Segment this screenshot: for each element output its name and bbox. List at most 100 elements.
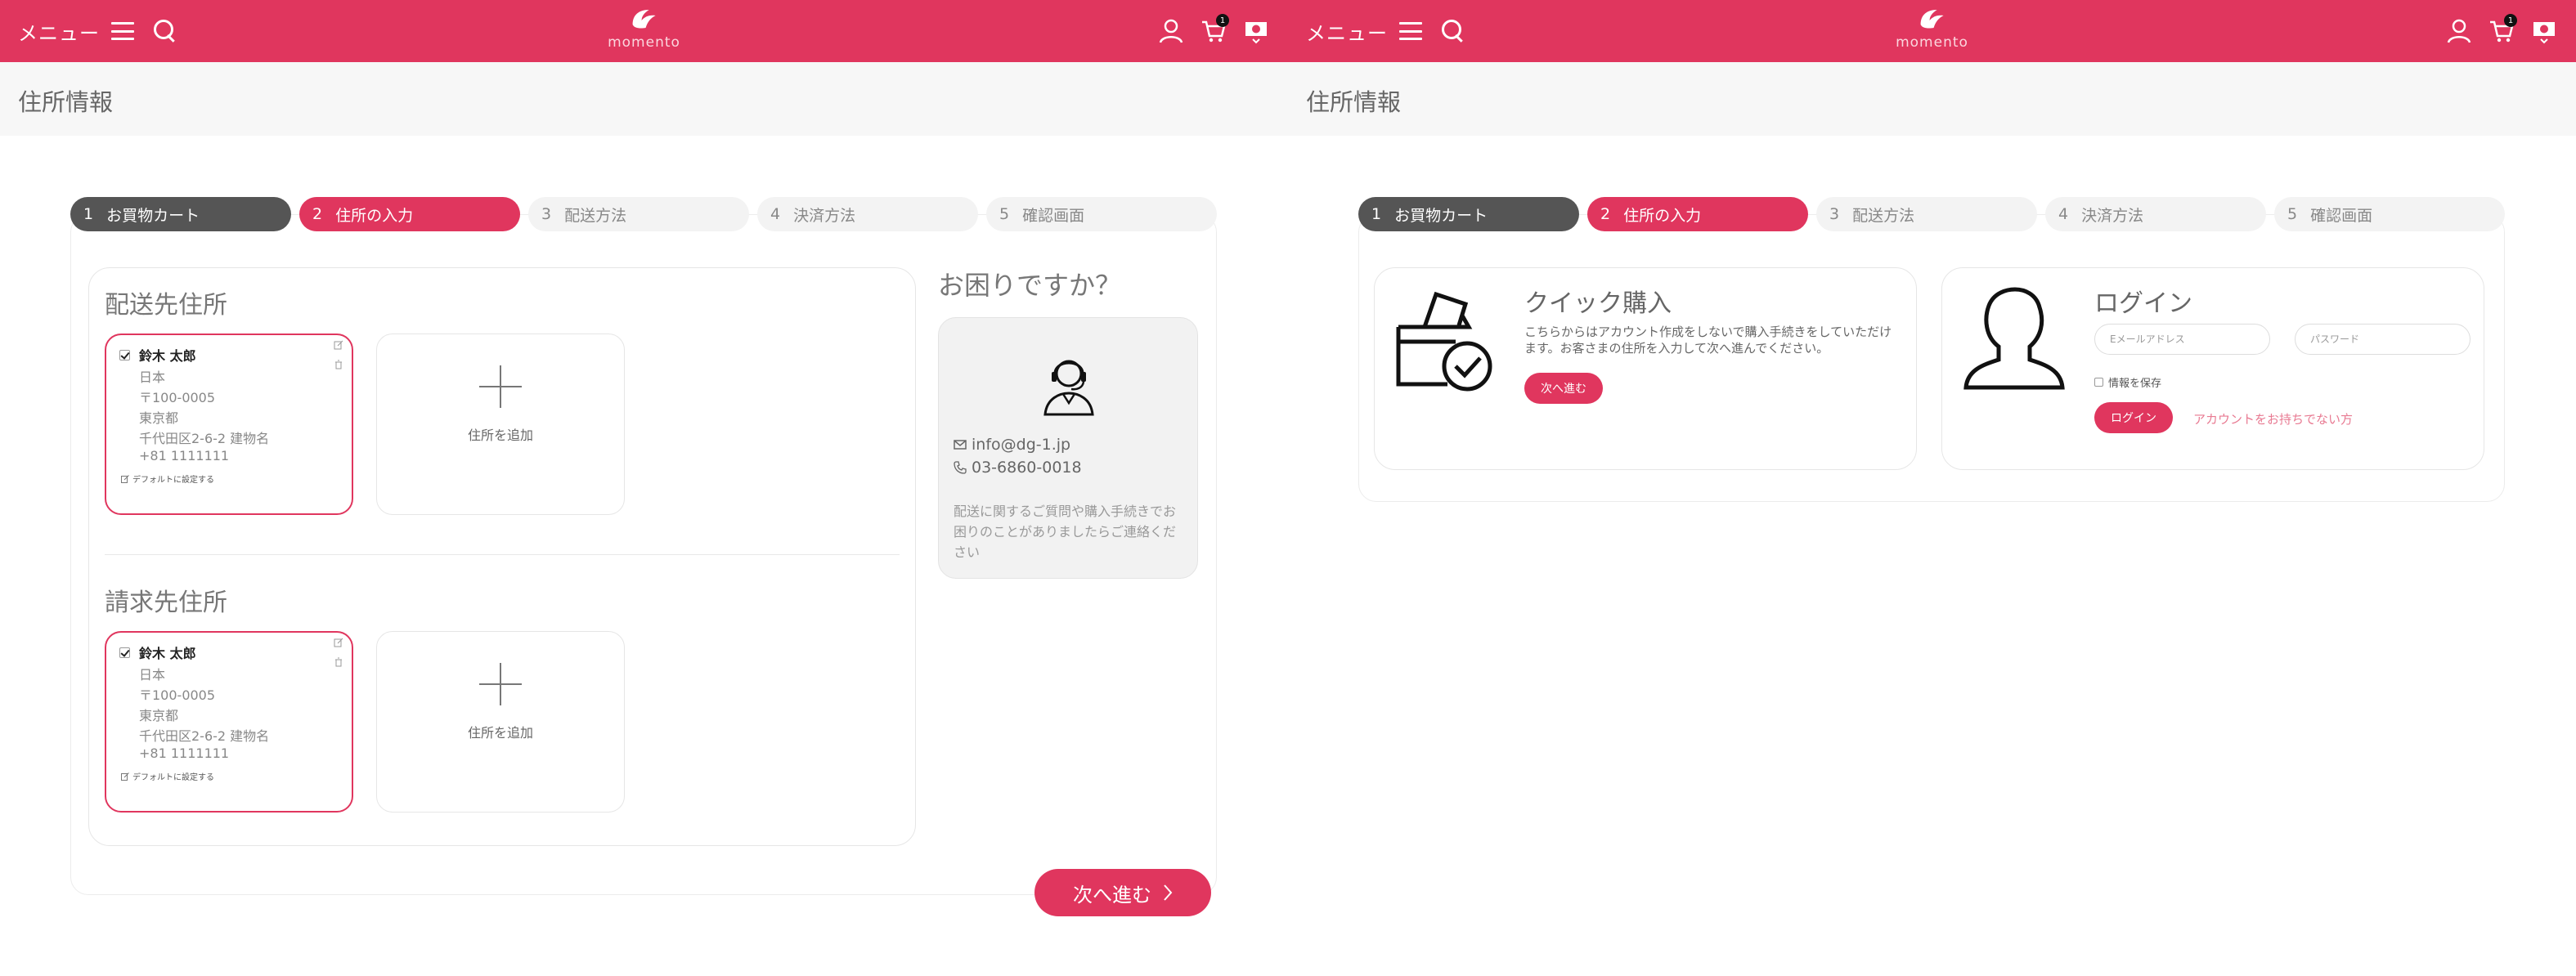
top-bar: メニュー momento 1 (0, 0, 1288, 62)
step-label: 確認画面 (2310, 206, 2373, 225)
billing-select-checkbox[interactable] (119, 647, 130, 658)
add-address-label: 住所を追加 (467, 428, 533, 443)
address-phone: +81 1111111 (139, 745, 230, 761)
address-postal: 〒100-0005 (139, 687, 216, 703)
help-note: 配送に関するご質問や購入手続きでお困りのことがありましたらご連絡ください (954, 504, 1177, 560)
step-payment[interactable]: 4 決済方法 (2045, 197, 2266, 231)
step-number: 5 (2287, 205, 2298, 223)
step-label: 決済方法 (793, 206, 856, 225)
step-number: 1 (1371, 205, 1382, 223)
checkout-steps: 1 お買物カート 2 住所の入力 3 配送方法 4 決済方法 5 確認画面 (70, 197, 1217, 231)
page-title: 住所情報 (1306, 88, 1402, 116)
menu-label: メニュー (18, 21, 100, 45)
page-title: 住所情報 (18, 88, 114, 116)
help-card: info@dg-1.jp 03-6860-0018 配送に関するご質問や購入手続… (938, 317, 1198, 579)
quick-purchase-description: こちらからはアカウント作成をしないで購入手続きをしていただけます。お客さまの住所… (1524, 325, 1892, 356)
address-phone: +81 1111111 (139, 448, 230, 463)
help-phone-text: 03-6860-0018 (972, 459, 1082, 477)
quick-purchase-title: クイック購入 (1524, 289, 1672, 318)
login-button[interactable]: ログイン (2094, 402, 2173, 433)
mail-icon (954, 440, 967, 450)
step-number: 1 (83, 205, 94, 223)
brand-mark-icon (632, 10, 656, 29)
email-field[interactable] (2094, 324, 2270, 355)
cart-button[interactable]: 1 (2488, 14, 2517, 45)
step-confirm[interactable]: 5 確認画面 (2274, 197, 2505, 231)
step-confirm[interactable]: 5 確認画面 (986, 197, 1217, 231)
step-shipping[interactable]: 3 配送方法 (1816, 197, 2037, 231)
account-icon[interactable] (1157, 17, 1185, 45)
shipping-address-tile[interactable]: 鈴木 太郎 日本 〒100-0005 東京都 千代田区2-6-2 建物名 +81… (105, 334, 353, 515)
trash-icon[interactable] (334, 657, 343, 667)
step-cart[interactable]: 1 お買物カート (70, 197, 291, 231)
brand-logo[interactable]: momento (1896, 7, 1968, 51)
step-number: 5 (999, 205, 1010, 223)
title-band (0, 62, 1288, 136)
search-icon[interactable] (1442, 20, 1465, 43)
step-payment[interactable]: 4 決済方法 (757, 197, 978, 231)
address-name: 鈴木 太郎 (139, 348, 196, 364)
ballot-box-check-icon (1396, 291, 1492, 392)
trash-icon[interactable] (334, 360, 343, 369)
step-label: 決済方法 (2081, 206, 2144, 225)
edit-icon[interactable] (334, 340, 343, 350)
no-account-link[interactable]: アカウントをお持ちでない方 (2193, 410, 2353, 428)
password-field[interactable] (2295, 324, 2471, 355)
hamburger-icon (1399, 22, 1422, 40)
cart-button[interactable]: 1 (1200, 14, 1229, 45)
address-prefecture: 東京都 (139, 410, 179, 426)
help-phone[interactable]: 03-6860-0018 (954, 459, 1082, 477)
add-shipping-address-tile[interactable]: 住所を追加 (376, 334, 625, 515)
brand-logo[interactable]: momento (608, 7, 680, 51)
menu-toggle[interactable]: メニュー (18, 0, 177, 62)
add-address-label: 住所を追加 (467, 725, 533, 741)
next-button-label: 次へ進む (1073, 884, 1151, 907)
shipping-title: 配送先住所 (105, 291, 227, 320)
header-icons: 1 (1157, 0, 1270, 62)
plus-icon (479, 663, 522, 705)
save-info-checkbox[interactable] (2094, 378, 2103, 387)
address-postal: 〒100-0005 (139, 390, 216, 405)
address-country: 日本 (139, 667, 166, 683)
language-flag-icon[interactable] (1242, 17, 1270, 45)
brand-name: momento (608, 34, 680, 51)
plus-icon (479, 365, 522, 408)
add-billing-address-tile[interactable]: 住所を追加 (376, 631, 625, 813)
step-label: 配送方法 (564, 206, 627, 225)
top-bar: メニュー momento 1 (1288, 0, 2576, 62)
section-divider (105, 554, 900, 555)
help-email-text: info@dg-1.jp (972, 436, 1071, 454)
login-panel: メニュー momento 1 住所情報 1 お買物カート 2 住所の入力 3 配… (1288, 0, 2576, 976)
edit-icon[interactable] (334, 638, 343, 647)
address-name: 鈴木 太郎 (139, 646, 196, 661)
address-panel: メニュー momento 1 住所情報 1 お買物カート 2 住所の入力 3 配… (0, 0, 1288, 976)
shipping-select-checkbox[interactable] (119, 350, 130, 360)
step-cart[interactable]: 1 お買物カート (1358, 197, 1579, 231)
menu-toggle[interactable]: メニュー (1306, 0, 1465, 62)
quick-next-button[interactable]: 次へ進む (1524, 373, 1603, 404)
menu-label: メニュー (1306, 21, 1388, 45)
set-default-link[interactable]: デフォルトに設定する (121, 472, 214, 485)
support-operator-icon (1043, 360, 1094, 416)
save-info-option[interactable]: 情報を保存 (2094, 374, 2161, 390)
title-band (1288, 62, 2576, 136)
billing-address-tile[interactable]: 鈴木 太郎 日本 〒100-0005 東京都 千代田区2-6-2 建物名 +81… (105, 631, 353, 813)
step-address[interactable]: 2 住所の入力 (1587, 197, 1808, 231)
step-label: 住所の入力 (335, 206, 414, 225)
checkout-steps: 1 お買物カート 2 住所の入力 3 配送方法 4 決済方法 5 確認画面 (1358, 197, 2505, 231)
search-icon[interactable] (154, 20, 177, 43)
step-number: 2 (1600, 205, 1611, 223)
cart-count-badge: 1 (1216, 14, 1229, 27)
language-flag-icon[interactable] (2530, 17, 2558, 45)
help-email[interactable]: info@dg-1.jp (954, 436, 1070, 454)
step-label: お買物カート (1394, 206, 1488, 225)
next-button[interactable]: 次へ進む (1034, 869, 1211, 916)
billing-title: 請求先住所 (105, 589, 227, 617)
brand-mark-icon (1920, 10, 1944, 29)
set-default-label: デフォルトに設定する (132, 476, 214, 485)
help-title: お困りですか？ (938, 270, 1122, 301)
step-shipping[interactable]: 3 配送方法 (528, 197, 749, 231)
account-icon[interactable] (2445, 17, 2473, 45)
step-address[interactable]: 2 住所の入力 (299, 197, 520, 231)
set-default-link[interactable]: デフォルトに設定する (121, 770, 214, 782)
